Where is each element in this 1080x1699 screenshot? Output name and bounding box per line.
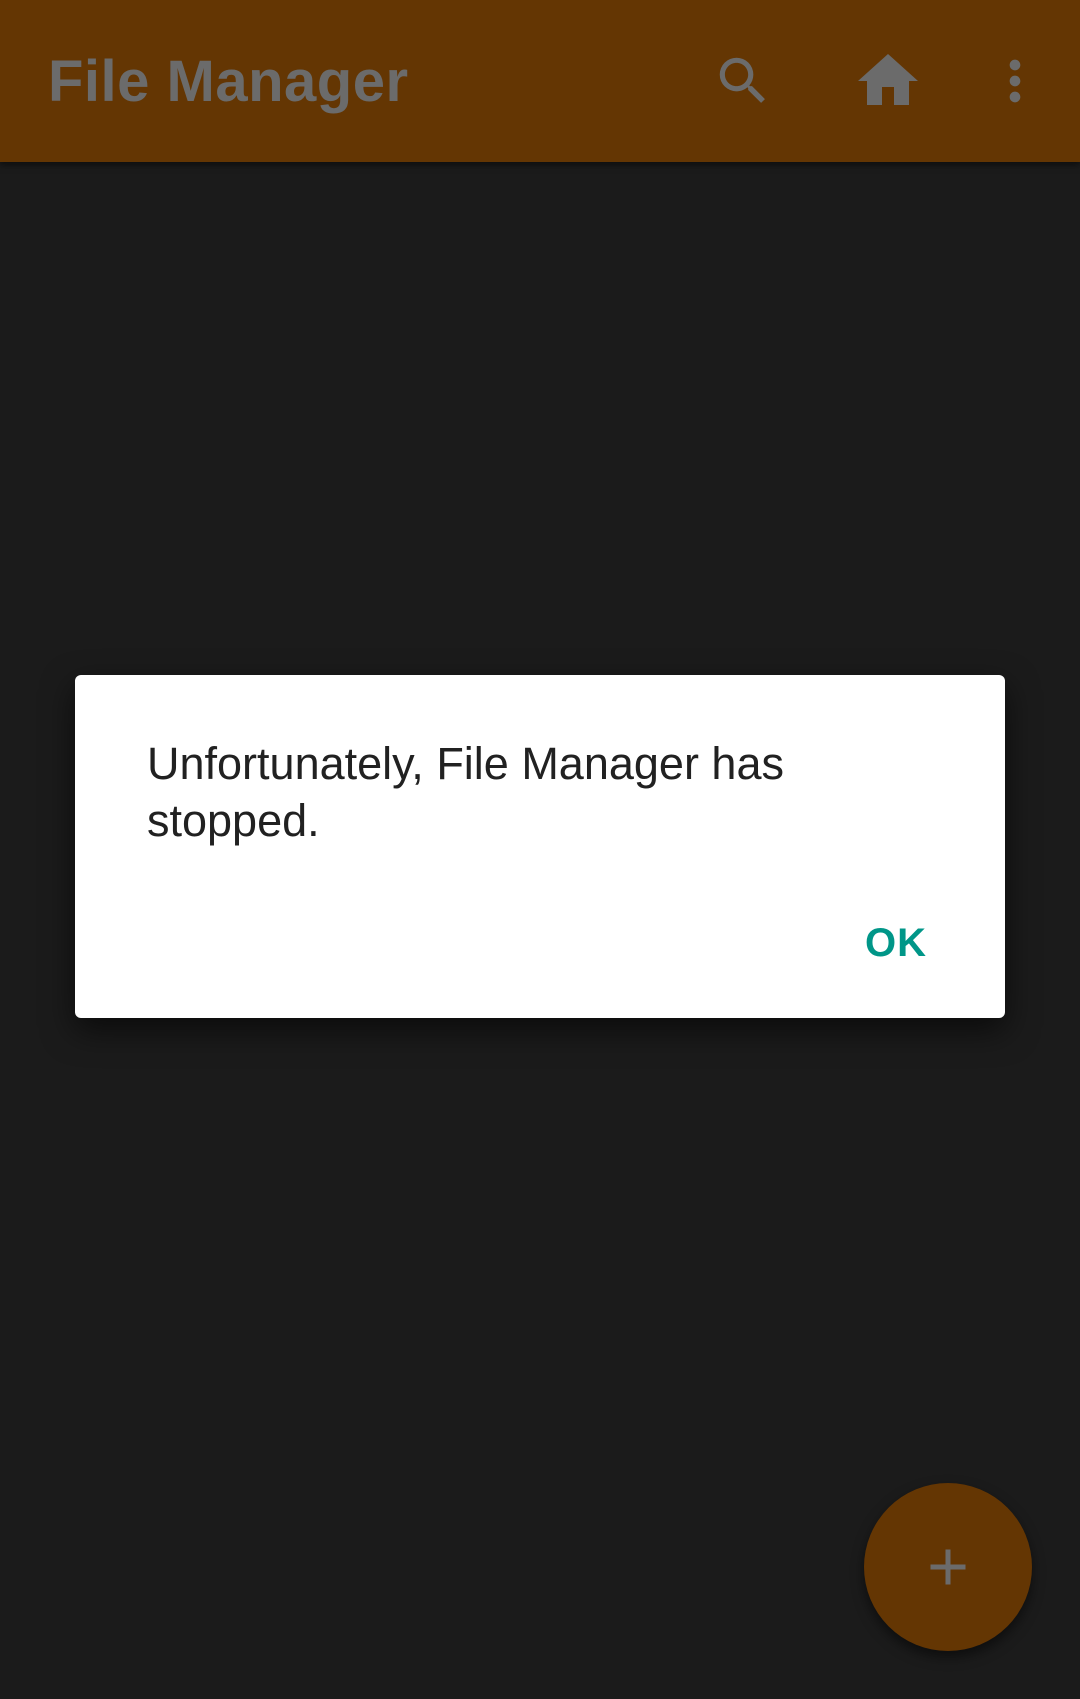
crash-dialog: Unfortunately, File Manager has stopped.… <box>75 675 1005 1018</box>
app-title: File Manager <box>48 49 409 114</box>
search-button[interactable] <box>703 41 783 121</box>
search-icon <box>719 57 765 103</box>
dialog-message: Unfortunately, File Manager has stopped. <box>147 738 784 846</box>
plus-icon <box>930 1549 966 1585</box>
app-bar: File Manager <box>0 0 1080 162</box>
more-options-button[interactable] <box>975 41 1055 121</box>
home-icon <box>858 54 918 105</box>
more-vert-icon <box>1009 59 1021 103</box>
ok-button[interactable]: OK <box>865 921 927 966</box>
home-button[interactable] <box>848 41 928 121</box>
add-fab[interactable] <box>864 1483 1032 1651</box>
